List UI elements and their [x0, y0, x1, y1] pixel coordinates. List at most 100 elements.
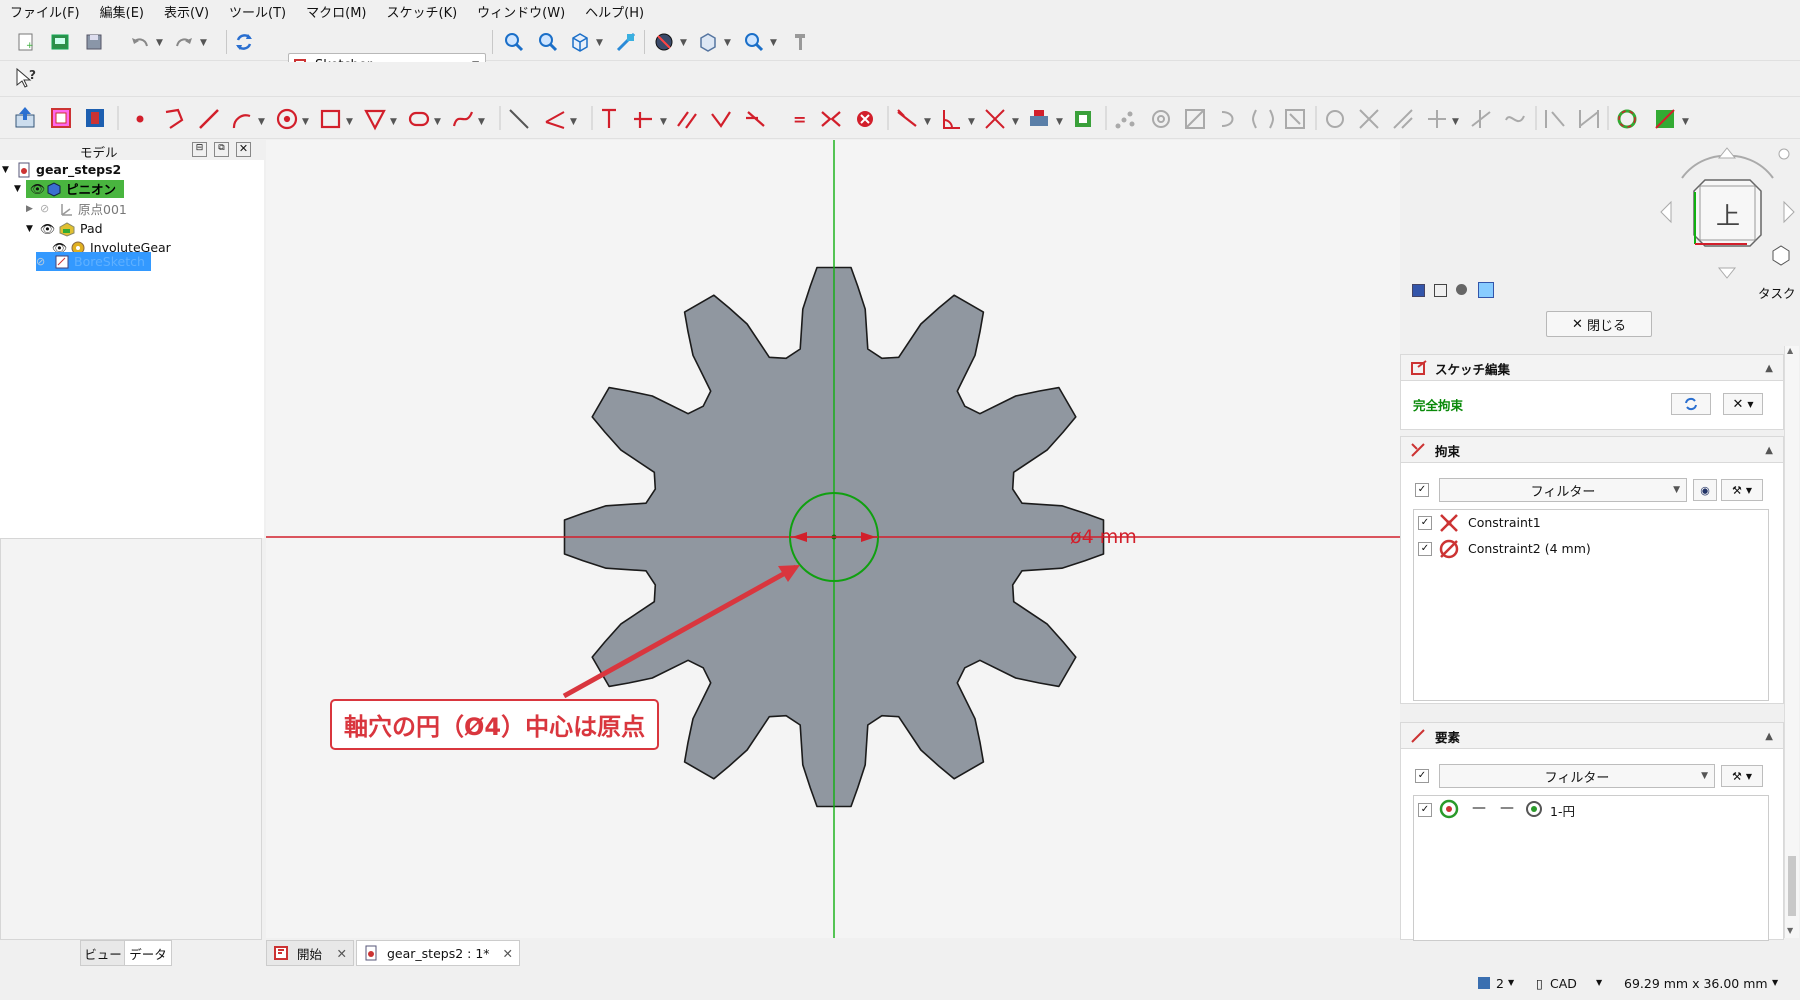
undo-dropdown-icon[interactable]: ▼ [156, 38, 163, 48]
navigation-cube[interactable]: 上 [1655, 140, 1800, 280]
constraints-settings-button[interactable]: ⚒ ▼ [1721, 479, 1763, 501]
menu-tools[interactable]: ツール(T) [219, 2, 296, 21]
redo-dropdown-icon[interactable]: ▼ [200, 38, 207, 48]
elements-filter-select[interactable]: フィルター ▼ [1439, 764, 1715, 788]
whats-this-cursor-icon[interactable]: ? [14, 66, 38, 90]
elements-settings-button[interactable]: ⚒ ▼ [1721, 765, 1763, 787]
tree-item-bore-sketch[interactable]: ⊘ BoreSketch [36, 252, 151, 271]
menu-bar: ファイル(F) 編集(E) 表示(V) ツール(T) マクロ(M) スケッチ(K… [0, 0, 1800, 22]
zoom-icon[interactable] [742, 30, 766, 54]
remove-axes-alignment-icon [1579, 110, 1599, 128]
elements-header[interactable]: 要素 ▲ [1400, 722, 1784, 750]
tree-item-body[interactable]: ▼ 👁 ピニオン [14, 179, 125, 198]
solver-status: 完全拘束 [1413, 398, 1464, 413]
panel-split-icon[interactable] [1434, 284, 1447, 297]
chevron-right-icon[interactable]: ▶ [26, 204, 40, 214]
tab-label: ビュー [84, 946, 122, 962]
hidden-eye-icon[interactable]: ⊘ [40, 202, 58, 215]
chevron-down-icon[interactable]: ▼ [1508, 978, 1514, 987]
close-button[interactable]: ✕ 閉じる [1546, 311, 1652, 337]
menu-help[interactable]: ヘルプ(H) [575, 2, 654, 21]
solver-settings-button[interactable]: ✕ ▼ [1723, 393, 1763, 415]
tree-item-pad[interactable]: ▼ 👁 Pad [26, 219, 103, 238]
refresh-icon[interactable] [232, 30, 256, 54]
open-document-icon[interactable] [48, 30, 72, 54]
sketch-edit-header[interactable]: スケッチ編集 ▲ [1400, 354, 1784, 382]
item-checkbox[interactable]: ✓ [1418, 542, 1432, 556]
chevron-down-icon[interactable]: ▼ [2, 165, 16, 175]
chevron-down-icon[interactable]: ▼ [1772, 978, 1778, 987]
item-checkbox[interactable]: ✓ [1418, 803, 1432, 817]
scroll-down-icon[interactable]: ▼ [1787, 926, 1793, 935]
hidden-eye-icon[interactable]: ⊘ [36, 255, 54, 268]
list-item[interactable]: ✓ Constraint1 [1414, 510, 1768, 534]
tab-data[interactable]: データ [124, 940, 172, 966]
collapse-icon[interactable]: ▲ [1765, 731, 1773, 742]
undock-panel-icon[interactable]: ⧉ [214, 142, 229, 157]
menu-sketch[interactable]: スケッチ(K) [377, 2, 468, 21]
visibility-button[interactable]: ◉ [1693, 479, 1717, 501]
view-cube-icon[interactable] [568, 30, 592, 54]
list-item[interactable]: ✓ — — 1-円 [1414, 796, 1768, 822]
pad-icon [59, 221, 75, 237]
chevron-down-icon[interactable]: ▼ [14, 184, 26, 194]
undo-icon[interactable] [128, 30, 152, 54]
menu-view[interactable]: 表示(V) [154, 2, 219, 21]
draw-style-dropdown-icon[interactable]: ▼ [680, 38, 687, 48]
auto-update-button[interactable] [1671, 393, 1711, 415]
elements-filter-checkbox[interactable]: ✓ [1415, 769, 1429, 783]
menu-window[interactable]: ウィンドウ(W) [467, 2, 575, 21]
fit-all-icon[interactable] [502, 30, 526, 54]
box-selection-icon[interactable] [696, 30, 720, 54]
redo-icon[interactable] [172, 30, 196, 54]
page-count[interactable]: 2 [1496, 976, 1504, 991]
close-icon[interactable]: ✕ [503, 946, 513, 961]
elements-body: ✓ フィルター ▼ ⚒ ▼ ✓ — — 1-円 [1400, 748, 1784, 941]
chevron-down-icon[interactable]: ▼ [1596, 978, 1602, 987]
visibility-eye-icon[interactable]: 👁 [40, 222, 58, 236]
tab-view[interactable]: ビュー [80, 940, 126, 966]
dimension-label[interactable]: ø4 mm [1070, 526, 1137, 548]
fit-selection-icon[interactable] [536, 30, 560, 54]
task-panel-scrollbar[interactable]: ▲ ▼ [1784, 346, 1799, 938]
whats-this-icon[interactable] [788, 30, 812, 54]
visibility-eye-icon[interactable]: 👁 [30, 182, 46, 196]
panel-task-icon[interactable] [1478, 282, 1494, 298]
3d-viewport[interactable]: ø4 mm 軸穴の円（Ø4）中心は原点 [266, 140, 1400, 938]
constrain-tangent-icon [711, 111, 731, 128]
tab-gear-steps2[interactable]: gear_steps2 : 1* ✕ [356, 940, 520, 966]
close-icon[interactable]: ✕ [337, 946, 347, 961]
collapse-icon[interactable]: ▲ [1765, 363, 1773, 374]
constraints-filter-checkbox[interactable]: ✓ [1415, 483, 1429, 497]
navigation-style[interactable]: CAD [1550, 976, 1577, 991]
float-panel-icon[interactable]: ⊟ [192, 142, 207, 157]
measure-icon[interactable] [614, 30, 638, 54]
list-item[interactable]: ✓ Constraint2 (4 mm) [1414, 536, 1768, 560]
scrollbar-thumb[interactable] [1788, 856, 1796, 916]
constraints-filter-select[interactable]: フィルター ▼ [1439, 478, 1687, 502]
new-document-icon[interactable]: + [14, 30, 38, 54]
panel-layout-icon[interactable] [1412, 284, 1425, 297]
tab-start[interactable]: 開始 ✕ [266, 940, 354, 966]
svg-text:▼: ▼ [570, 117, 577, 127]
save-icon[interactable] [82, 30, 106, 54]
menu-edit[interactable]: 編集(E) [90, 2, 154, 21]
scroll-up-icon[interactable]: ▲ [1787, 346, 1793, 355]
close-icon[interactable]: ✕ [236, 142, 251, 157]
sketch-canvas[interactable] [266, 140, 1400, 938]
box-dropdown-icon[interactable]: ▼ [724, 38, 731, 48]
draw-style-icon[interactable] [652, 30, 676, 54]
zoom-dropdown-icon[interactable]: ▼ [770, 38, 777, 48]
panel-report-icon[interactable] [1456, 284, 1467, 295]
tree-item-document[interactable]: ▼ gear_steps2 [2, 160, 121, 179]
constraints-header[interactable]: 拘束 ▲ [1400, 436, 1784, 464]
wrench-icon: ⚒ [1731, 769, 1742, 783]
menu-macro[interactable]: マクロ(M) [296, 2, 376, 21]
collapse-icon[interactable]: ▲ [1765, 445, 1773, 456]
view-dropdown-icon[interactable]: ▼ [596, 38, 603, 48]
chevron-down-icon[interactable]: ▼ [26, 224, 40, 234]
tree-item-origin[interactable]: ▶ ⊘ 原点001 [26, 199, 127, 218]
menu-file[interactable]: ファイル(F) [0, 2, 90, 21]
svg-text:▼: ▼ [1056, 117, 1063, 127]
item-checkbox[interactable]: ✓ [1418, 516, 1432, 530]
